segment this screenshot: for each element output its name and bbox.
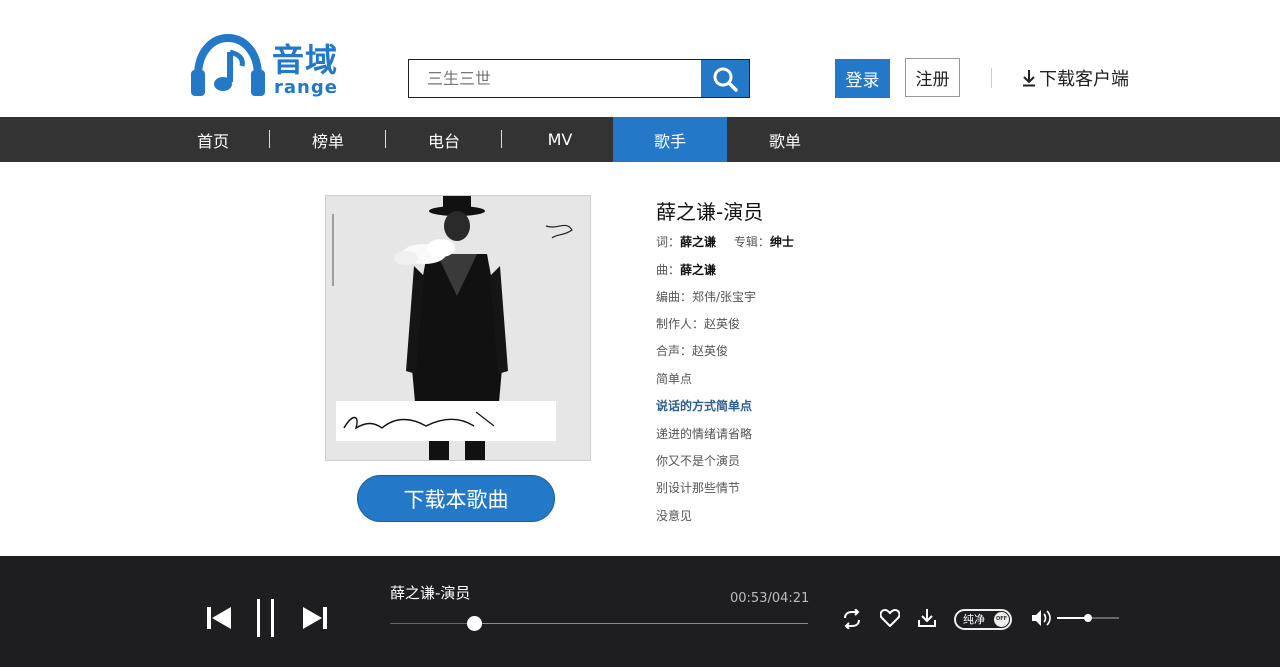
pure-mode-toggle[interactable]: 纯净 OFF <box>954 609 1012 630</box>
lyric-line-current: 说话的方式简单点 <box>656 399 753 413</box>
nav-item-radio[interactable]: 电台 <box>387 117 501 162</box>
pure-mode-label: 纯净 <box>963 613 985 626</box>
nav-separator <box>501 130 502 148</box>
lyric-line: 简单点 <box>656 372 693 386</box>
register-button[interactable]: 注册 <box>905 58 960 97</box>
pause-button[interactable] <box>256 599 276 641</box>
nav-item-charts[interactable]: 榜单 <box>271 117 385 162</box>
playback-time: 00:53/04:21 <box>730 591 810 606</box>
nav-separator <box>385 130 386 148</box>
lyric-line: 你又不是个演员 <box>656 454 741 468</box>
lyric-line: 递进的情绪请省略 <box>656 427 753 441</box>
composer-value[interactable]: 薛之谦 <box>680 263 716 277</box>
download-icon <box>1023 70 1035 87</box>
lyricist-label: 词： <box>656 235 681 249</box>
nav-item-artists[interactable]: 歌手 <box>613 117 727 162</box>
lyricist-value[interactable]: 薛之谦 <box>680 235 716 249</box>
heart-icon <box>879 608 901 628</box>
lyric-line: 别设计那些情节 <box>656 481 741 495</box>
brand-name: 音域 <box>272 41 339 79</box>
pure-mode-state: OFF <box>994 612 1009 627</box>
nav-item-playlists[interactable]: 歌单 <box>728 117 842 162</box>
download-icon <box>918 609 936 627</box>
song-title: 薛之谦-演员 <box>656 200 764 224</box>
backing-vocals-line: 合声：赵英俊 <box>656 344 729 358</box>
login-button[interactable]: 登录 <box>835 59 890 98</box>
download-song-button[interactable]: 下载本歌曲 <box>357 475 555 522</box>
volume-button[interactable] <box>1031 609 1053 631</box>
arranger-line: 编曲：郑伟/张宝宇 <box>656 290 757 304</box>
lyric-line: 没意见 <box>656 509 693 523</box>
producer-line: 制作人：赵英俊 <box>656 317 741 331</box>
next-icon <box>303 607 327 629</box>
search-icon <box>713 67 738 92</box>
volume-icon <box>1032 610 1051 626</box>
search-input[interactable] <box>409 60 702 97</box>
album-label: 专辑： <box>733 235 770 249</box>
favorite-button[interactable] <box>879 608 901 631</box>
volume-knob[interactable] <box>1084 614 1092 622</box>
loop-button[interactable] <box>841 608 863 633</box>
composer-line: 曲：薛之谦 <box>656 262 716 278</box>
header-divider <box>991 68 992 88</box>
now-playing-title: 薛之谦-演员 <box>390 584 471 602</box>
main-nav: 首页 榜单 电台 MV 歌手 歌单 <box>0 117 1280 162</box>
player-bar: 薛之谦-演员 00:53/04:21 纯净 OFF <box>0 556 1280 667</box>
header: 音域 range 登录 注册 下载客户端 <box>0 0 1280 117</box>
album-cover <box>325 195 591 461</box>
nav-separator <box>269 130 270 148</box>
search-button[interactable] <box>701 60 749 97</box>
song-credits-line: 词：薛之谦 专辑：绅士 <box>656 234 794 250</box>
previous-button[interactable] <box>206 606 232 634</box>
nav-item-home[interactable]: 首页 <box>156 117 270 162</box>
brand-subtitle: range <box>274 77 338 98</box>
album-value[interactable]: 绅士 <box>770 235 794 249</box>
progress-knob[interactable] <box>466 616 482 631</box>
search-box <box>408 59 750 98</box>
previous-icon <box>207 607 231 629</box>
next-button[interactable] <box>302 606 328 634</box>
nav-item-mv[interactable]: MV <box>503 117 617 162</box>
progress-bar[interactable] <box>390 616 808 631</box>
volume-slider[interactable] <box>1057 614 1119 622</box>
download-song-player-button[interactable] <box>918 608 936 632</box>
loop-icon <box>844 608 860 630</box>
download-client-label: 下载客户端 <box>1039 69 1129 90</box>
pause-icon <box>257 599 274 637</box>
headphone-logo-icon <box>191 34 265 96</box>
album-cover-art <box>326 196 590 460</box>
progress-fill <box>390 623 474 624</box>
download-client-link[interactable]: 下载客户端 <box>1022 66 1129 90</box>
brand-logo[interactable]: 音域 range <box>190 34 350 100</box>
composer-label: 曲： <box>656 263 681 277</box>
